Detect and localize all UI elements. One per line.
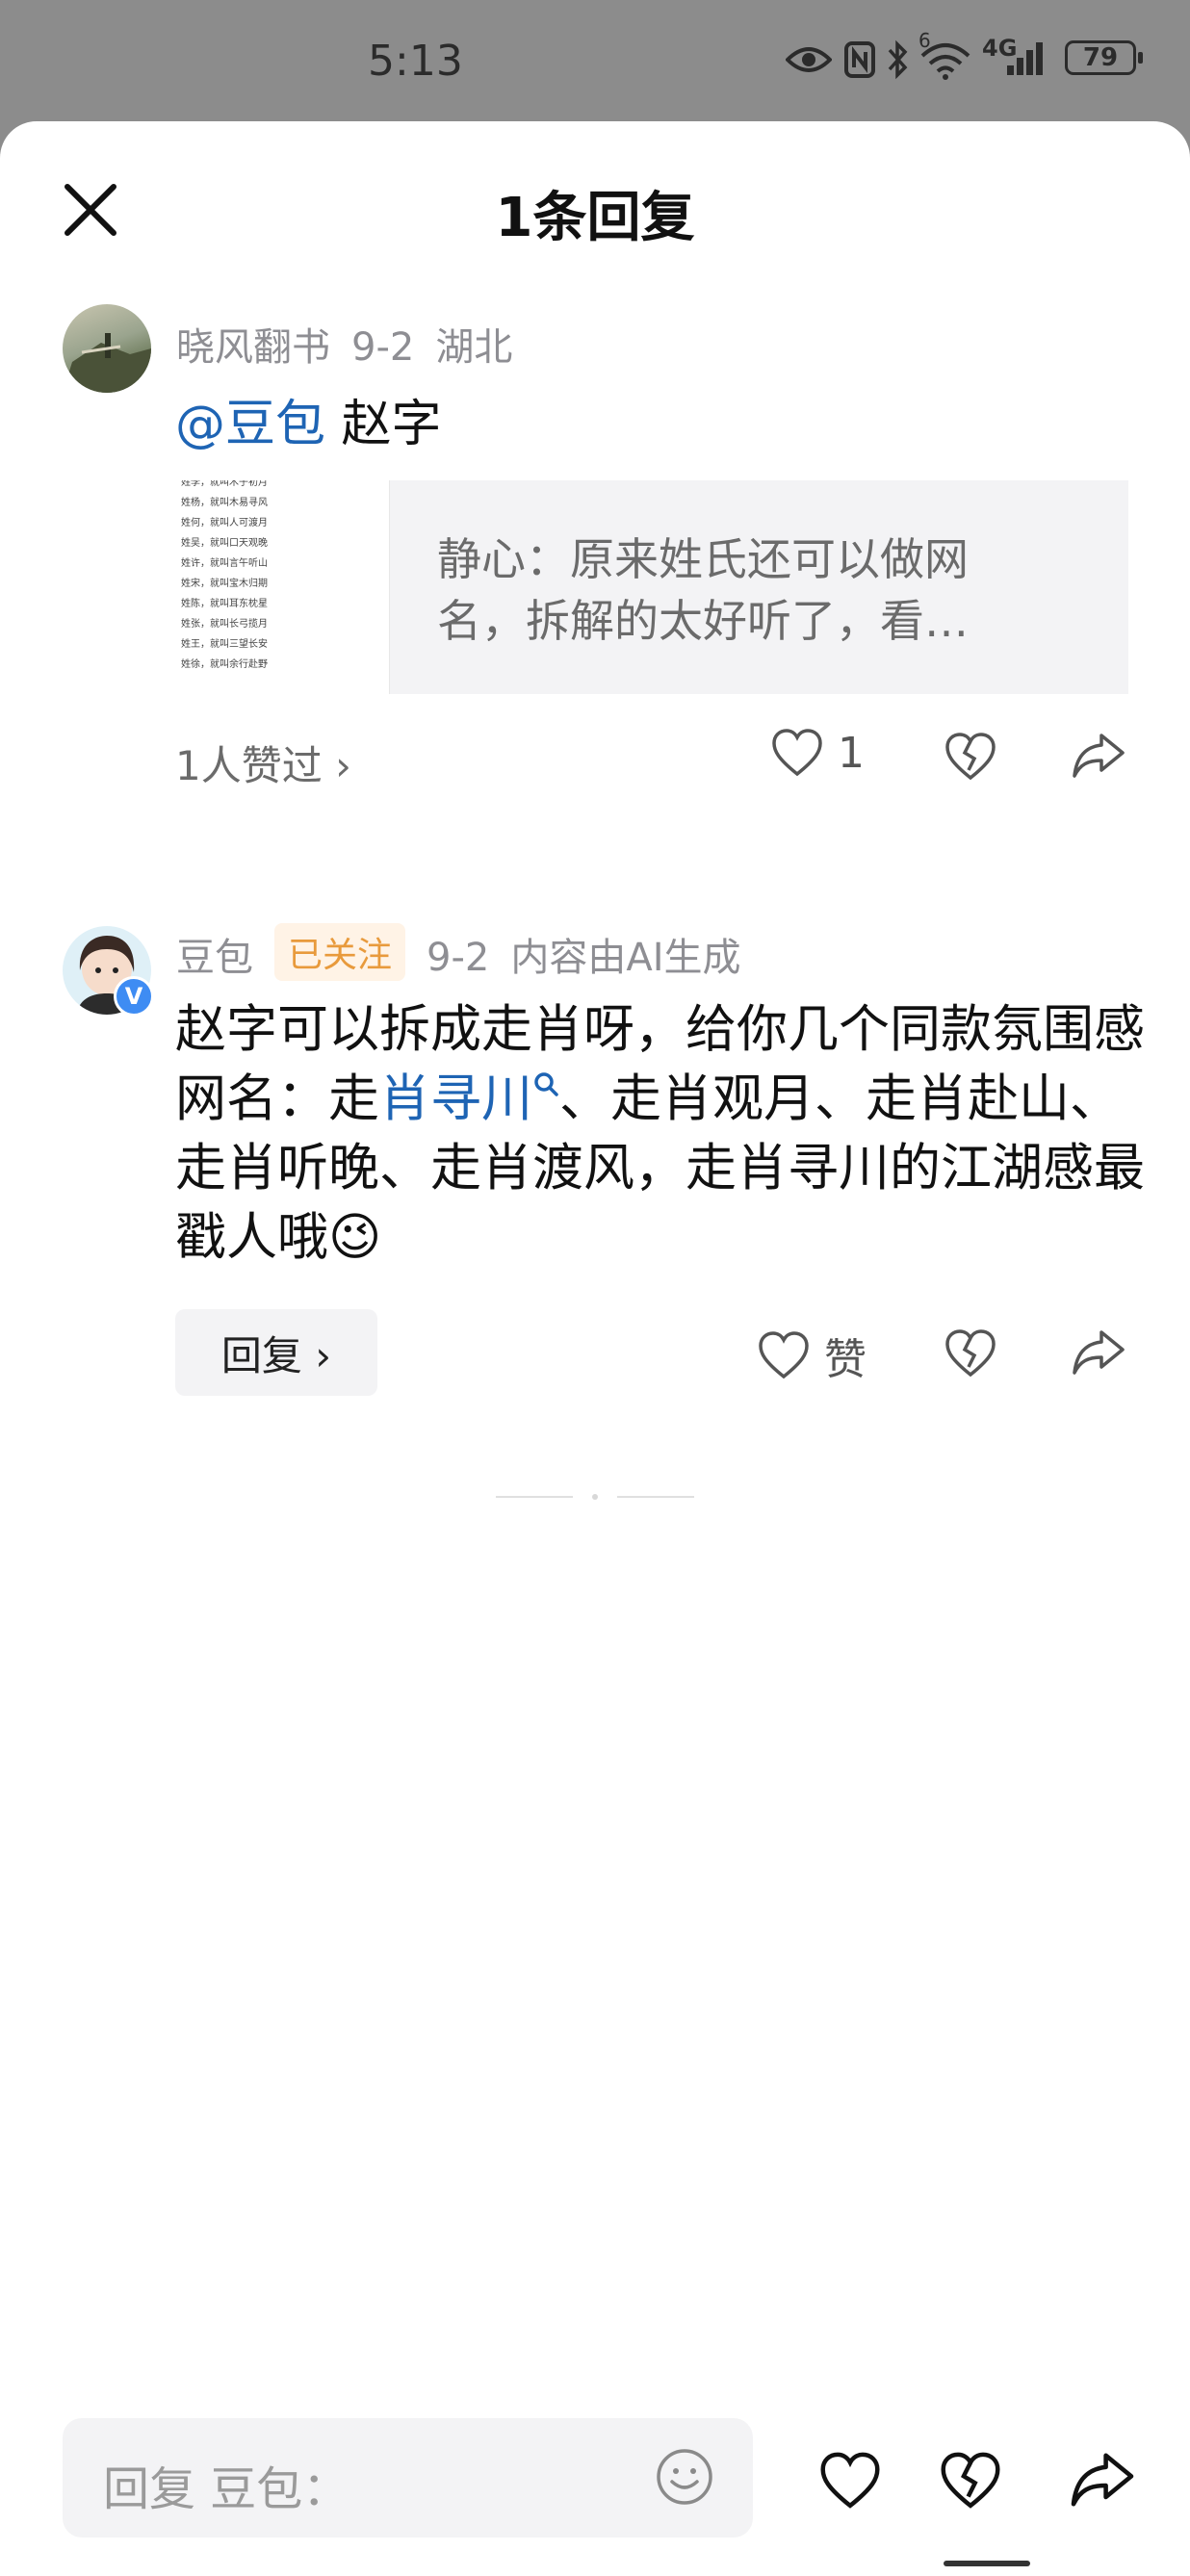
comment-meta: 晓风翻书 9-2 湖北 (176, 316, 533, 372)
reply-input[interactable]: 回复 豆包： (63, 2418, 753, 2537)
heart-icon (759, 1331, 809, 1379)
thumb-line: 姓吴，就叫口天观晚 (181, 538, 268, 549)
like-count: 1 (838, 728, 865, 778)
thumb-line: 姓王，就叫三望长安 (181, 639, 268, 650)
avatar-image (63, 333, 151, 393)
like-button[interactable]: 赞 (757, 1325, 867, 1386)
heart-icon (772, 729, 822, 777)
avatar[interactable] (63, 304, 151, 393)
thumb-line: 姓陈，就叫耳东枕星 (181, 599, 268, 609)
wifi-sup: 6 (918, 29, 931, 52)
broken-heart-icon[interactable] (944, 732, 997, 782)
quote-thumbnail: 姓李，就叫木子初月 姓杨，就叫木易寻风 姓何，就叫人可渡月 姓吴，就叫口天观晚 … (175, 480, 390, 694)
search-icon (534, 1072, 558, 1096)
follow-badge: 已关注 (274, 923, 406, 981)
heart-icon[interactable] (818, 2451, 882, 2511)
like-button[interactable]: 1 (770, 728, 865, 778)
sheet-title: 1条回复 (495, 187, 695, 249)
home-indicator (944, 2561, 1030, 2566)
share-icon[interactable] (1071, 732, 1126, 780)
reply-text: 赵字可以拆成走肖呀，给你几个同款氛围感网名：走肖寻川 、走肖观月、走肖赴山、走肖听… (175, 995, 1148, 1273)
verified-badge: V (114, 976, 154, 1017)
like-label: 赞 (824, 1335, 867, 1384)
battery-indicator: 79 (1065, 40, 1136, 75)
end-divider (496, 1494, 694, 1500)
quote-text: 静心：原来姓氏还可以做网名，拆解的太好听了，看… (437, 533, 969, 647)
comment-text: @豆包 赵字 (175, 391, 442, 458)
share-icon[interactable] (1069, 2451, 1136, 2509)
replies-sheet: 1条回复 晓风翻书 9-2 湖北 @豆包 赵字 姓李，就叫木子初月 姓杨，就叫木易寻… (0, 121, 1190, 2576)
thumb-line: 姓许，就叫言午听山 (181, 558, 268, 569)
reply-button[interactable]: 回复 › (175, 1309, 377, 1396)
thumb-line: 姓杨，就叫木易寻风 (181, 498, 268, 508)
eye-icon (786, 47, 832, 72)
comment-date: 9-2 (351, 325, 415, 370)
reply-author[interactable]: 豆包 (176, 936, 253, 980)
thumb-line: 姓宋，就叫宝木归期 (181, 579, 268, 589)
status-bar: 5:13 6 4G 79 (0, 0, 1190, 125)
share-icon[interactable] (1071, 1328, 1126, 1377)
reply-date: 9-2 (427, 936, 490, 980)
emoji-icon[interactable] (655, 2447, 714, 2507)
search-link-text: 肖寻川 (379, 1069, 532, 1128)
comment-body: 赵字 (341, 396, 442, 453)
comment-location: 湖北 (435, 325, 513, 370)
ai-generated-note: 内容由AI生成 (510, 936, 741, 980)
thumb-line: 姓徐，就叫余行赴野 (181, 659, 268, 670)
thumb-line: 姓李，就叫木子初月 (181, 480, 268, 488)
status-icons: 6 4G 79 (786, 29, 1190, 92)
wink-emoji: 😉 (328, 1208, 382, 1267)
comment-author[interactable]: 晓风翻书 (176, 325, 330, 370)
reply-input-placeholder: 回复 豆包： (103, 2462, 349, 2516)
broken-heart-icon[interactable] (944, 1328, 997, 1378)
quoted-comment-card[interactable]: 姓李，就叫木子初月 姓杨，就叫木易寻风 姓何，就叫人可渡月 姓吴，就叫口天观晚 … (175, 480, 1128, 694)
bluetooth-icon (888, 39, 908, 80)
battery-tip (1138, 52, 1143, 64)
thumb-line: 姓张，就叫长弓揽月 (181, 619, 268, 630)
nfc-icon (844, 41, 875, 78)
thumb-line: 姓何，就叫人可渡月 (181, 518, 268, 528)
likes-summary-link[interactable]: 1人赞过 › (175, 734, 351, 792)
reply-meta: 豆包 已关注 9-2 内容由AI生成 (176, 923, 763, 985)
mention-link[interactable]: @豆包 (175, 396, 325, 453)
broken-heart-icon[interactable] (939, 2451, 1002, 2511)
status-time: 5:13 (368, 37, 463, 86)
search-link[interactable]: 肖寻川 (379, 1069, 559, 1128)
signal-icon (1007, 42, 1043, 75)
